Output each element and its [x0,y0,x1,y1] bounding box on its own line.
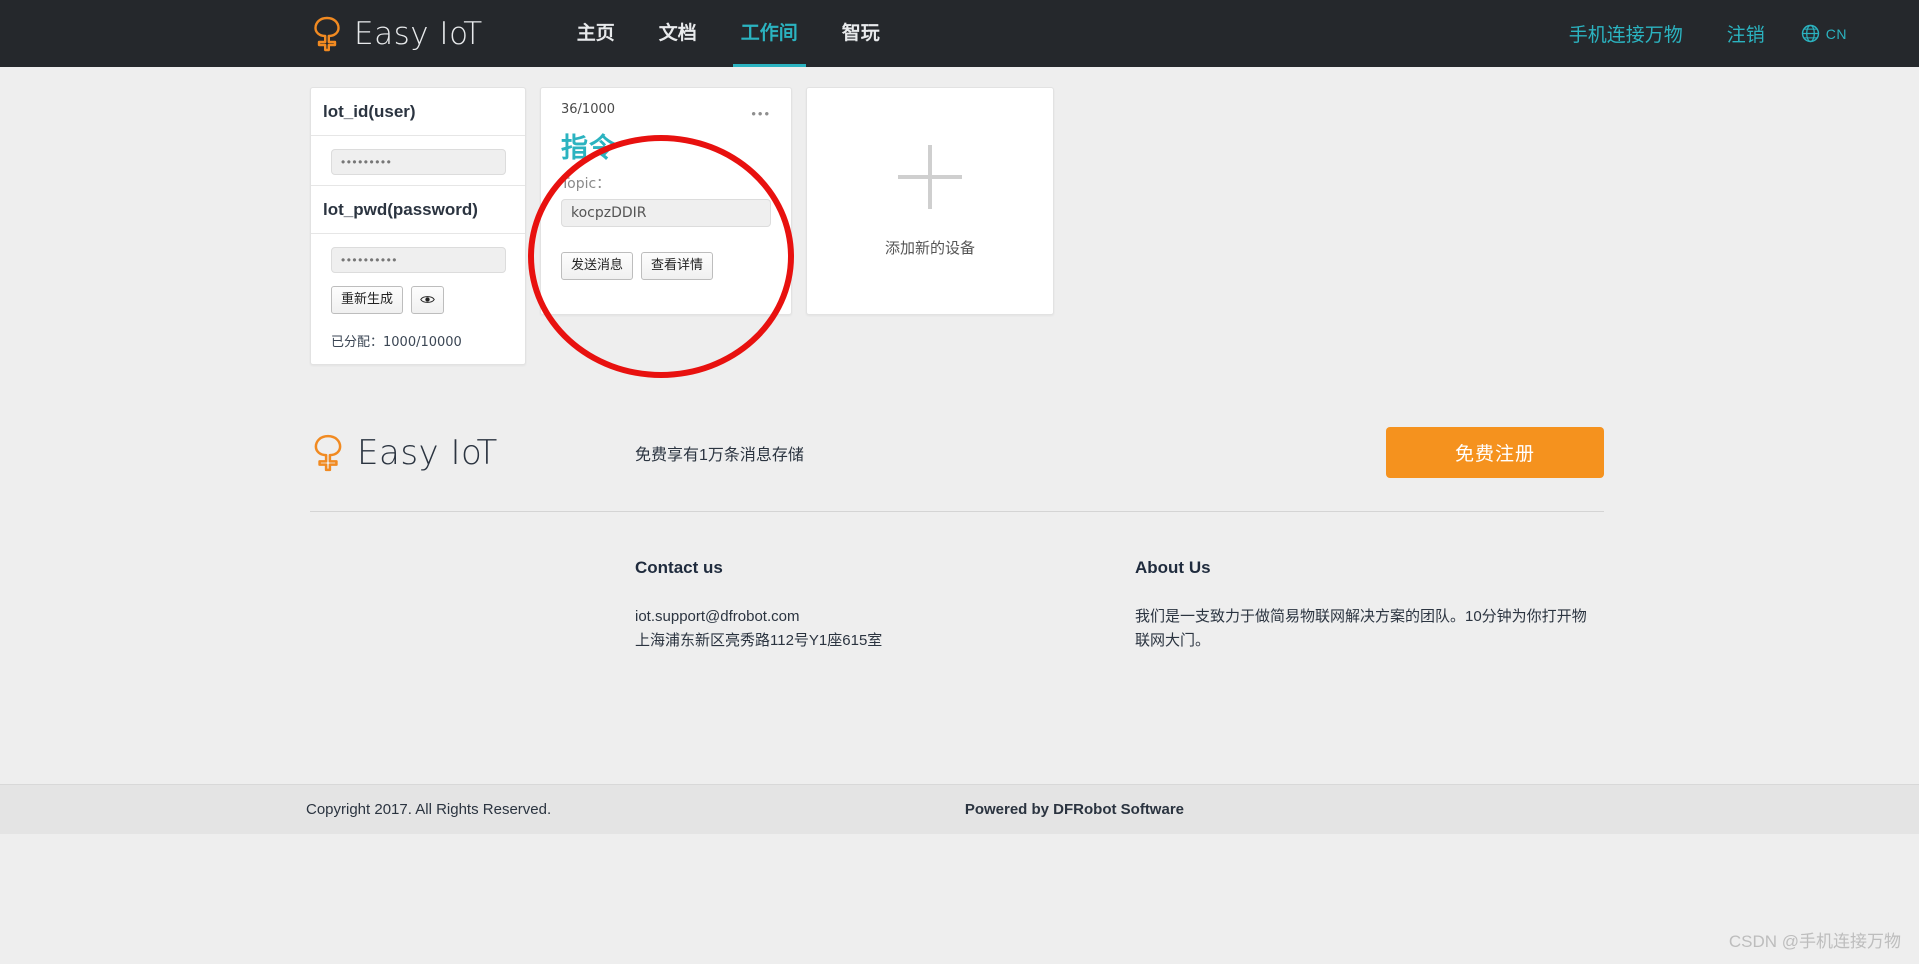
credentials-actions: 重新生成 [331,286,513,314]
powered-by-text: Powered by DFRobot Software [964,801,1184,818]
nav-link-home[interactable]: 主页 [555,0,637,67]
nav-link-docs[interactable]: 文档 [637,0,719,67]
csdn-watermark: CSDN @手机连接万物 [1728,932,1901,951]
nav-link-workspace[interactable]: 工作间 [719,0,820,67]
iot-id-input[interactable]: ••••••••• [331,149,506,175]
contact-heading: Contact us [635,557,723,577]
bottom-bar: Copyright 2017. All Rights Reserved. Pow… [0,784,1919,834]
toggle-password-button[interactable] [411,286,445,314]
nav-link-play[interactable]: 智玩 [820,0,902,67]
nav-link-logout[interactable]: 注销 [1705,20,1787,47]
about-heading: About Us [1135,557,1211,577]
add-device-card[interactable]: 添加新的设备 [806,87,1054,315]
message-count: 36/1000 [561,102,616,117]
topic-actions: 发送消息 查看详情 [561,252,771,280]
topic-title: 指令 [561,133,617,163]
eye-icon [420,294,435,305]
promo-note: 免费享有1万条消息存储 [635,446,804,464]
footer-about-column: About Us 我们是一支致力于做简易物联网解决方案的团队。10分钟为你打开物… [1135,558,1635,653]
view-detail-button[interactable]: 查看详情 [641,252,714,280]
promo-brand: Easy IoT [310,433,635,473]
globe-icon [1801,24,1820,43]
iot-pwd-input[interactable]: •••••••••• [331,247,506,273]
iot-id-header: lot_id(user) [311,88,525,136]
language-code: CN [1825,25,1847,42]
device-cards-row: lot_id(user) ••••••••• lot_pwd(password)… [0,67,1919,365]
top-navbar: Easy IoT 主页 文档 工作间 智玩 手机连接万物 注销 CN [0,0,1919,67]
brand-text: Easy IoT [354,15,483,52]
add-device-label: 添加新的设备 [884,239,975,257]
plus-icon [898,144,962,209]
iot-pwd-body: •••••••••• 重新生成 已分配：1000/10000 [311,234,525,364]
allocation-text: 已分配：1000/10000 [331,334,462,350]
regenerate-button[interactable]: 重新生成 [331,286,404,314]
tree-logo-icon [310,433,346,473]
device-topic-card: 36/1000 ••• 指令 Topic： kocpzDDIR 发送消息 查看详… [540,87,792,315]
page-root: Easy IoT 主页 文档 工作间 智玩 手机连接万物 注销 CN lot_i… [0,0,1919,964]
copyright-text: Copyright 2017. All Rights Reserved. [306,801,552,818]
topic-field-label: Topic： [561,176,611,192]
nav-link-mobile-connect[interactable]: 手机连接万物 [1547,20,1705,47]
tree-logo-icon [310,15,344,53]
brand-logo[interactable]: Easy IoT [310,15,483,53]
language-switcher[interactable]: CN [1787,24,1847,43]
nav-links: 主页 文档 工作间 智玩 [555,0,902,67]
footer-contact-column: Contact us iot.support@dfrobot.com 上海浦东新… [635,558,1135,653]
about-text: 我们是一支致力于做简易物联网解决方案的团队。10分钟为你打开物联网大门。 [1135,607,1587,649]
send-message-button[interactable]: 发送消息 [561,252,634,280]
contact-email[interactable]: iot.support@dfrobot.com [635,605,1135,629]
contact-address: 上海浦东新区亮秀路112号Y1座615室 [635,631,883,649]
nav-right-group: 手机连接万物 注销 CN [1547,20,1847,47]
iot-id-body: ••••••••• [311,136,525,186]
credentials-card: lot_id(user) ••••••••• lot_pwd(password)… [310,87,526,365]
footer-columns: Contact us iot.support@dfrobot.com 上海浦东新… [635,512,1919,653]
ellipsis-icon[interactable]: ••• [751,106,771,121]
main-content: lot_id(user) ••••••••• lot_pwd(password)… [0,67,1919,653]
free-register-button[interactable]: 免费注册 [1386,427,1604,479]
iot-pwd-header: lot_pwd(password) [311,186,525,234]
promo-brand-text: Easy IoT [357,432,498,473]
promo-row: Easy IoT 免费享有1万条消息存储 免费注册 [310,365,1604,512]
topic-input[interactable]: kocpzDDIR [561,199,771,227]
